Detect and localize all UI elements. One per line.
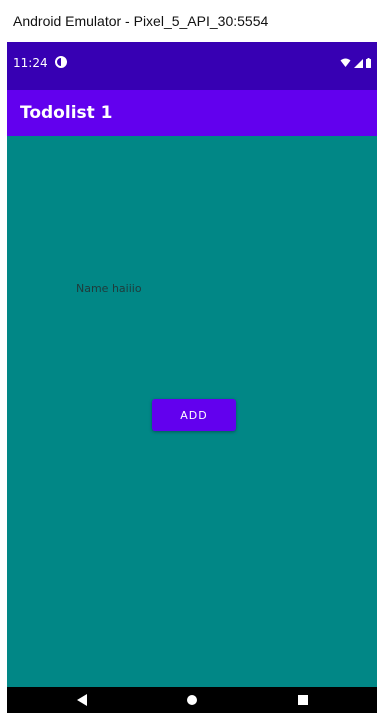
home-icon[interactable]: [185, 693, 199, 707]
signal-icon: [354, 55, 363, 73]
main-content: Name haiiio ADD: [7, 136, 377, 687]
wifi-icon: [340, 55, 351, 73]
data-saver-icon: [55, 55, 67, 68]
app-title: Todolist 1: [20, 103, 113, 123]
navigation-bar: [7, 687, 377, 713]
status-bar: 11:24: [7, 42, 377, 90]
back-icon[interactable]: [75, 693, 89, 707]
window-titlebar: Android Emulator - Pixel_5_API_30:5554: [0, 0, 384, 42]
emulator-window: Android Emulator - Pixel_5_API_30:5554 1…: [0, 0, 384, 713]
device-screen: 11:24 Todolist 1 Name haiiio ADD: [7, 42, 377, 713]
battery-icon: [366, 55, 371, 73]
add-button[interactable]: ADD: [152, 399, 236, 431]
name-text: Name haiiio: [76, 282, 142, 295]
app-bar: Todolist 1: [7, 90, 377, 136]
status-icons: [340, 55, 371, 73]
window-title: Android Emulator - Pixel_5_API_30:5554: [13, 13, 269, 29]
recents-icon[interactable]: [296, 693, 310, 707]
status-time: 11:24: [13, 56, 48, 70]
